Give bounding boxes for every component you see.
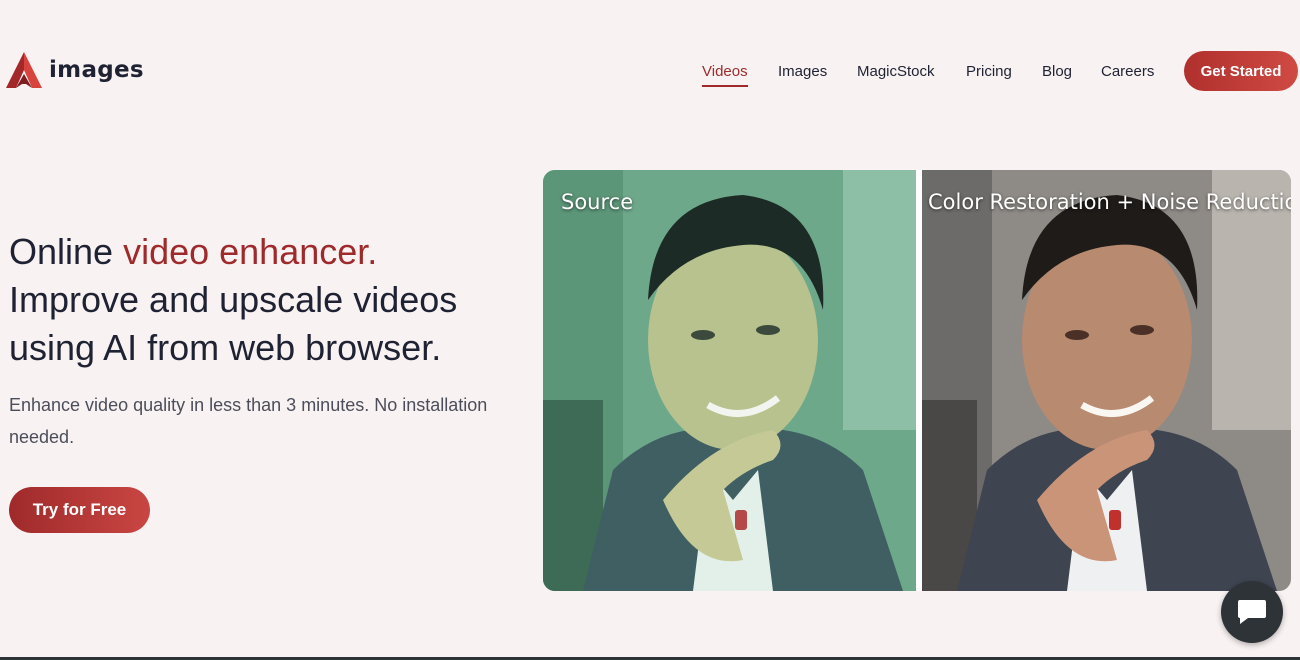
hero-title-accent: video enhancer. — [123, 231, 378, 272]
nav-item-images[interactable]: Images — [778, 63, 827, 80]
nav-item-careers[interactable]: Careers — [1101, 63, 1154, 80]
source-label: Source — [561, 190, 634, 214]
hero-title: Online video enhancer. Improve and upsca… — [9, 228, 529, 372]
active-nav-underline — [702, 85, 748, 87]
brand-name: images — [49, 57, 144, 83]
enhanced-photo — [922, 170, 1291, 591]
nav-item-pricing[interactable]: Pricing — [966, 63, 1012, 80]
logo-mark-icon — [6, 52, 42, 88]
chat-button[interactable] — [1221, 581, 1283, 643]
site-header: images Videos Images MagicStock Pricing … — [0, 0, 1300, 140]
get-started-button[interactable]: Get Started — [1184, 51, 1298, 91]
nav-item-videos[interactable]: Videos — [702, 63, 748, 87]
chat-bubble-icon — [1238, 600, 1266, 624]
hero-title-prefix: Online — [9, 231, 124, 272]
result-label: Color Restoration + Noise Reduction — [928, 190, 1291, 214]
hero-title-line2: Improve and upscale videos — [9, 279, 458, 320]
hero-subtitle: Enhance video quality in less than 3 min… — [9, 395, 488, 447]
source-panel: Source — [543, 170, 916, 591]
result-panel: Color Restoration + Noise Reduction — [922, 170, 1291, 591]
before-after-comparison[interactable]: Source Color Restoration + Noise Reducti… — [543, 170, 1291, 591]
nav-item-blog[interactable]: Blog — [1042, 63, 1072, 80]
hero-title-line3: using AI from web browser. — [9, 327, 442, 368]
try-for-free-button[interactable]: Try for Free — [9, 487, 150, 533]
nav-item-label: Videos — [702, 63, 748, 80]
source-photo — [543, 170, 916, 591]
nav-item-magicstock[interactable]: MagicStock — [857, 63, 935, 80]
brand-logo[interactable]: images — [2, 50, 144, 90]
